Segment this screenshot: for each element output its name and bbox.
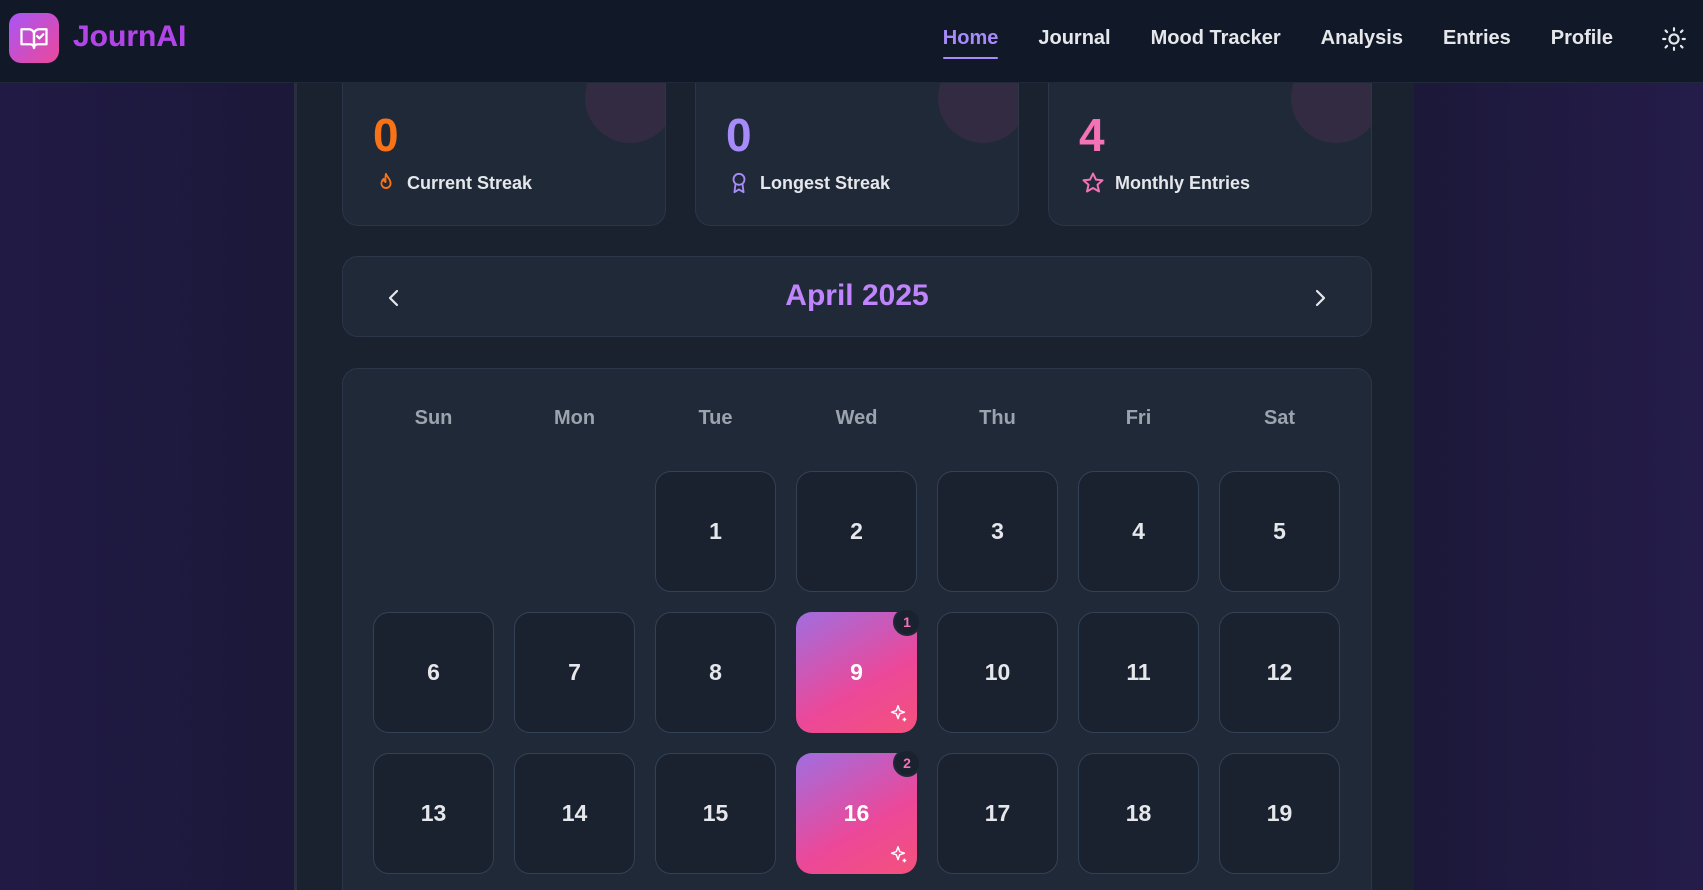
app-name[interactable]: JournAI [73, 20, 186, 54]
journal-check-icon [20, 28, 48, 50]
calendar-grid: Sun Mon Tue Wed Thu Fri Sat 1 2 3 4 5 6 … [342, 368, 1372, 890]
card-decoration [585, 83, 665, 143]
entry-count-badge: 2 [893, 749, 921, 777]
calendar-day[interactable]: 13 [373, 753, 494, 874]
card-decoration [938, 83, 1018, 143]
calendar-day[interactable]: 2 [796, 471, 917, 592]
day-number: 9 [850, 659, 863, 685]
weekday-header: Wed [835, 407, 878, 429]
month-title: April 2025 [785, 279, 929, 312]
nav-link-entries[interactable]: Entries [1443, 21, 1511, 56]
calendar-day[interactable]: 12 [1219, 612, 1340, 733]
calendar-day[interactable]: 5 [1219, 471, 1340, 592]
calendar-day[interactable]: 15 [655, 753, 776, 874]
stat-value-longest-streak: 0 [726, 109, 752, 161]
weekday-header: Tue [698, 407, 733, 429]
next-month-button[interactable] [1306, 284, 1334, 312]
nav-link-mood-tracker[interactable]: Mood Tracker [1151, 21, 1281, 56]
calendar-day[interactable]: 14 [514, 753, 635, 874]
sparkle-icon [890, 846, 907, 863]
calendar-day[interactable]: 7 [514, 612, 635, 733]
calendar-day-with-entry[interactable]: 9 1 [796, 608, 921, 733]
stat-value-monthly-entries: 4 [1079, 109, 1105, 161]
stat-card-current-streak: 0 Current Streak [342, 83, 666, 226]
top-navbar: JournAI Home Journal Mood Tracker Analys… [0, 0, 1703, 83]
calendar-day[interactable]: 1 [655, 471, 776, 592]
sparkle-icon [890, 705, 907, 722]
calendar-day[interactable]: 3 [937, 471, 1058, 592]
stat-card-longest-streak: 0 Longest Streak [695, 83, 1019, 226]
award-icon [732, 172, 746, 194]
stat-label-current-streak: Current Streak [407, 172, 533, 193]
card-decoration [1291, 83, 1371, 143]
star-icon [1082, 172, 1104, 193]
stat-label-longest-streak: Longest Streak [760, 172, 891, 193]
weekday-header: Fri [1125, 407, 1152, 429]
weekday-header: Sat [1263, 407, 1296, 429]
stat-card-monthly-entries: 4 Monthly Entries [1048, 83, 1372, 226]
theme-toggle-button[interactable] [1659, 24, 1689, 54]
calendar-day[interactable]: 8 [655, 612, 776, 733]
calendar-day[interactable]: 4 [1078, 471, 1199, 592]
entry-count-badge: 1 [893, 608, 921, 636]
stat-label-row-current-streak: Current Streak [375, 171, 532, 195]
weekday-header: Sun [414, 407, 453, 429]
main-nav: Home Journal Mood Tracker Analysis Entri… [942, 0, 1613, 76]
month-navigation: April 2025 [342, 256, 1372, 337]
weekday-header: Thu [979, 407, 1016, 429]
flame-icon [380, 172, 392, 189]
stat-label-row-monthly-entries: Monthly Entries [1081, 171, 1250, 195]
nav-link-analysis[interactable]: Analysis [1321, 21, 1403, 56]
stat-value-current-streak: 0 [373, 109, 399, 161]
calendar-day[interactable]: 10 [937, 612, 1058, 733]
chevron-right-icon [1315, 289, 1326, 307]
stat-label-row-longest-streak: Longest Streak [728, 171, 890, 195]
app-logo[interactable] [9, 13, 59, 63]
day-number: 16 [843, 800, 870, 826]
nav-link-profile[interactable]: Profile [1551, 21, 1613, 56]
calendar-day[interactable]: 6 [373, 612, 494, 733]
nav-link-home[interactable]: Home [942, 21, 998, 59]
main-content-panel: 0 Current Streak 0 Longest Streak 4 Mont… [294, 83, 1414, 890]
stat-label-monthly-entries: Monthly Entries [1115, 172, 1251, 193]
calendar-day[interactable]: 18 [1078, 753, 1199, 874]
calendar-day[interactable]: 11 [1078, 612, 1199, 733]
calendar-day[interactable]: 19 [1219, 753, 1340, 874]
nav-link-journal[interactable]: Journal [1038, 21, 1110, 56]
sun-icon [1662, 27, 1686, 51]
weekday-header: Mon [553, 407, 596, 429]
calendar-day-with-entry[interactable]: 16 2 [796, 749, 921, 874]
calendar-day[interactable]: 17 [937, 753, 1058, 874]
